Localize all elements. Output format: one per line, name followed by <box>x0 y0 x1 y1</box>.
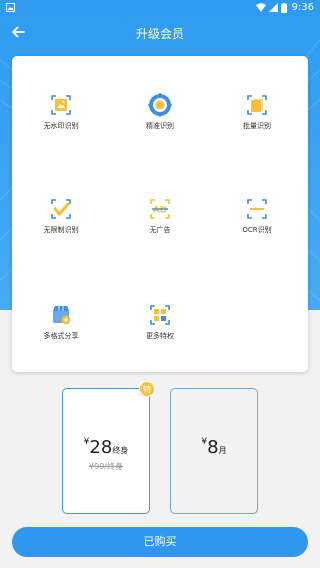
original-price: ¥99/终身 <box>89 462 123 471</box>
status-time: 9:36 <box>291 2 314 13</box>
feature-label: 无限制识别 <box>43 226 79 234</box>
feature-no-watermark: 无水印识别 <box>16 92 106 131</box>
feature-no-ads: AD 无广告 <box>115 196 205 235</box>
no-ads-icon: AD <box>150 199 170 219</box>
plan-price: ¥8月 <box>171 437 257 458</box>
battery-icon <box>280 2 287 13</box>
signal-icon <box>268 3 278 12</box>
feature-label: 精准识别 <box>146 122 174 130</box>
plan-monthly[interactable]: ¥8月 <box>170 388 258 514</box>
feature-label: OCR识别 <box>242 226 272 234</box>
feature-unlimited: 无限制识别 <box>16 196 106 235</box>
plan-price: ¥28终身 <box>63 437 149 458</box>
feature-label: 无水印识别 <box>43 122 79 130</box>
unlimited-icon <box>51 199 71 219</box>
plan-options: ¥28终身 ¥99/终身 ¥8月 <box>0 388 320 518</box>
feature-precise: 精准识别 <box>115 92 205 131</box>
app-bar: 升级会员 <box>0 16 320 50</box>
feature-label: 更多特权 <box>146 332 174 340</box>
price-value: 28 <box>89 437 113 458</box>
feature-label: 批量识别 <box>243 122 271 130</box>
wifi-icon <box>255 3 266 12</box>
target-icon <box>148 93 172 117</box>
feature-more-privileges: 更多特权 <box>115 302 205 341</box>
feature-label: 无广告 <box>149 226 171 234</box>
feature-batch: 批量识别 <box>212 92 302 131</box>
price-unit: 月 <box>218 446 227 455</box>
feature-label: 多格式分享 <box>43 332 79 340</box>
ocr-icon <box>247 199 267 219</box>
feature-ocr: OCR识别 <box>212 196 302 235</box>
svg-text:AD: AD <box>153 206 167 216</box>
no-watermark-icon <box>51 95 71 115</box>
status-bar: 9:36 <box>0 0 320 16</box>
batch-icon <box>247 95 267 115</box>
price-value: 8 <box>207 437 219 458</box>
share-formats-icon <box>53 306 71 325</box>
image-notification-icon <box>6 3 15 12</box>
feature-share-formats: 多格式分享 <box>16 302 106 341</box>
page-title: 升级会员 <box>135 27 184 41</box>
features-card: 无水印识别 精准识别 批量识别 无限制识别 AD 无广告 OCR识别 多格式分享… <box>12 56 308 372</box>
more-privileges-icon <box>150 305 170 325</box>
plan-lifetime[interactable]: ¥28终身 ¥99/终身 <box>62 388 150 514</box>
special-offer-badge: 特 <box>139 381 155 397</box>
purchased-button[interactable]: 已购买 <box>12 527 308 557</box>
price-unit: 终身 <box>112 446 129 455</box>
